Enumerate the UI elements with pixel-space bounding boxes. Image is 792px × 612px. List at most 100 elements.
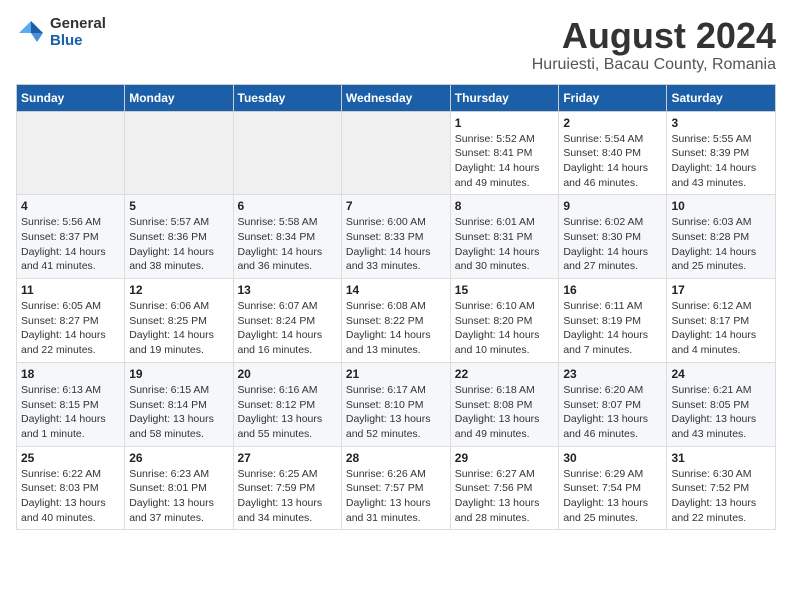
day-info: Sunrise: 6:12 AMSunset: 8:17 PMDaylight:…: [671, 299, 771, 358]
week-row-1: 1 Sunrise: 5:52 AMSunset: 8:41 PMDaylight…: [17, 111, 776, 195]
day-info: Sunrise: 6:22 AMSunset: 8:03 PMDaylight:…: [21, 467, 120, 526]
day-number: 8: [455, 199, 555, 213]
calendar-cell: 18 Sunrise: 6:13 AMSunset: 8:15 PMDayligh…: [17, 362, 125, 446]
day-info: Sunrise: 5:54 AMSunset: 8:40 PMDaylight:…: [563, 132, 662, 191]
calendar-cell: 5 Sunrise: 5:57 AMSunset: 8:36 PMDaylight…: [125, 195, 233, 279]
logo-blue: Blue: [50, 33, 106, 50]
day-number: 7: [346, 199, 446, 213]
day-header-saturday: Saturday: [667, 84, 776, 111]
day-number: 31: [671, 451, 771, 465]
day-number: 9: [563, 199, 662, 213]
calendar-cell: 4 Sunrise: 5:56 AMSunset: 8:37 PMDaylight…: [17, 195, 125, 279]
day-header-friday: Friday: [559, 84, 667, 111]
calendar-cell: 23 Sunrise: 6:20 AMSunset: 8:07 PMDayligh…: [559, 362, 667, 446]
week-row-3: 11Sunrise: 6:05 AMSunset: 8:27 PMDayligh…: [17, 279, 776, 363]
calendar-cell: 24 Sunrise: 6:21 AMSunset: 8:05 PMDayligh…: [667, 362, 776, 446]
day-info: Sunrise: 6:15 AMSunset: 8:14 PMDaylight:…: [129, 383, 228, 442]
logo: General Blue: [16, 16, 106, 49]
day-number: 30: [563, 451, 662, 465]
calendar: SundayMondayTuesdayWednesdayThursdayFrid…: [16, 84, 776, 531]
day-info: Sunrise: 6:21 AMSunset: 8:05 PMDaylight:…: [671, 383, 771, 442]
calendar-cell: 27 Sunrise: 6:25 AMSunset: 7:59 PMDayligh…: [233, 446, 341, 530]
logo-general: General: [50, 16, 106, 33]
day-info: Sunrise: 6:03 AMSunset: 8:28 PMDaylight:…: [671, 215, 771, 274]
day-number: 17: [671, 283, 771, 297]
day-number: 1: [455, 116, 555, 130]
calendar-cell: 9 Sunrise: 6:02 AMSunset: 8:30 PMDaylight…: [559, 195, 667, 279]
logo-text: General Blue: [50, 16, 106, 49]
title-area: August 2024 Huruiesti, Bacau County, Rom…: [532, 16, 776, 74]
day-info: Sunrise: 6:29 AMSunset: 7:54 PMDaylight:…: [563, 467, 662, 526]
day-info: Sunrise: 6:07 AMSunset: 8:24 PMDaylight:…: [238, 299, 337, 358]
day-header-sunday: Sunday: [17, 84, 125, 111]
day-header-monday: Monday: [125, 84, 233, 111]
day-info: Sunrise: 6:25 AMSunset: 7:59 PMDaylight:…: [238, 467, 337, 526]
day-info: Sunrise: 5:57 AMSunset: 8:36 PMDaylight:…: [129, 215, 228, 274]
calendar-cell: 1 Sunrise: 5:52 AMSunset: 8:41 PMDaylight…: [450, 111, 559, 195]
day-info: Sunrise: 6:11 AMSunset: 8:19 PMDaylight:…: [563, 299, 662, 358]
day-number: 19: [129, 367, 228, 381]
day-info: Sunrise: 6:00 AMSunset: 8:33 PMDaylight:…: [346, 215, 446, 274]
day-info: Sunrise: 5:58 AMSunset: 8:34 PMDaylight:…: [238, 215, 337, 274]
day-number: 24: [671, 367, 771, 381]
day-info: Sunrise: 5:52 AMSunset: 8:41 PMDaylight:…: [455, 132, 555, 191]
day-number: 2: [563, 116, 662, 130]
day-info: Sunrise: 6:06 AMSunset: 8:25 PMDaylight:…: [129, 299, 228, 358]
day-info: Sunrise: 5:56 AMSunset: 8:37 PMDaylight:…: [21, 215, 120, 274]
calendar-cell: [17, 111, 125, 195]
day-number: 23: [563, 367, 662, 381]
day-info: Sunrise: 6:13 AMSunset: 8:15 PMDaylight:…: [21, 383, 120, 442]
calendar-cell: 3Sunrise: 5:55 AMSunset: 8:39 PMDaylight…: [667, 111, 776, 195]
day-number: 16: [563, 283, 662, 297]
day-info: Sunrise: 6:27 AMSunset: 7:56 PMDaylight:…: [455, 467, 555, 526]
calendar-cell: [125, 111, 233, 195]
day-header-wednesday: Wednesday: [341, 84, 450, 111]
day-number: 4: [21, 199, 120, 213]
calendar-cell: 14Sunrise: 6:08 AMSunset: 8:22 PMDayligh…: [341, 279, 450, 363]
day-info: Sunrise: 6:17 AMSunset: 8:10 PMDaylight:…: [346, 383, 446, 442]
calendar-cell: 25Sunrise: 6:22 AMSunset: 8:03 PMDayligh…: [17, 446, 125, 530]
calendar-cell: 29Sunrise: 6:27 AMSunset: 7:56 PMDayligh…: [450, 446, 559, 530]
day-number: 22: [455, 367, 555, 381]
day-info: Sunrise: 6:02 AMSunset: 8:30 PMDaylight:…: [563, 215, 662, 274]
day-info: Sunrise: 6:20 AMSunset: 8:07 PMDaylight:…: [563, 383, 662, 442]
calendar-cell: 6 Sunrise: 5:58 AMSunset: 8:34 PMDaylight…: [233, 195, 341, 279]
calendar-cell: 26Sunrise: 6:23 AMSunset: 8:01 PMDayligh…: [125, 446, 233, 530]
calendar-cell: 7 Sunrise: 6:00 AMSunset: 8:33 PMDaylight…: [341, 195, 450, 279]
calendar-cell: 30 Sunrise: 6:29 AMSunset: 7:54 PMDayligh…: [559, 446, 667, 530]
day-info: Sunrise: 6:10 AMSunset: 8:20 PMDaylight:…: [455, 299, 555, 358]
logo-icon: [16, 18, 46, 48]
day-info: Sunrise: 6:18 AMSunset: 8:08 PMDaylight:…: [455, 383, 555, 442]
day-info: Sunrise: 6:26 AMSunset: 7:57 PMDaylight:…: [346, 467, 446, 526]
day-number: 12: [129, 283, 228, 297]
calendar-cell: 21 Sunrise: 6:17 AMSunset: 8:10 PMDayligh…: [341, 362, 450, 446]
day-info: Sunrise: 6:01 AMSunset: 8:31 PMDaylight:…: [455, 215, 555, 274]
day-number: 27: [238, 451, 337, 465]
calendar-cell: 15Sunrise: 6:10 AMSunset: 8:20 PMDayligh…: [450, 279, 559, 363]
calendar-cell: 13 Sunrise: 6:07 AMSunset: 8:24 PMDayligh…: [233, 279, 341, 363]
calendar-cell: 12 Sunrise: 6:06 AMSunset: 8:25 PMDayligh…: [125, 279, 233, 363]
day-number: 20: [238, 367, 337, 381]
day-number: 6: [238, 199, 337, 213]
day-info: Sunrise: 6:16 AMSunset: 8:12 PMDaylight:…: [238, 383, 337, 442]
calendar-cell: [341, 111, 450, 195]
calendar-body: 1 Sunrise: 5:52 AMSunset: 8:41 PMDaylight…: [17, 111, 776, 530]
calendar-cell: 20 Sunrise: 6:16 AMSunset: 8:12 PMDayligh…: [233, 362, 341, 446]
calendar-cell: 10 Sunrise: 6:03 AMSunset: 8:28 PMDayligh…: [667, 195, 776, 279]
day-number: 14: [346, 283, 446, 297]
day-number: 5: [129, 199, 228, 213]
week-row-2: 4 Sunrise: 5:56 AMSunset: 8:37 PMDaylight…: [17, 195, 776, 279]
calendar-cell: 28Sunrise: 6:26 AMSunset: 7:57 PMDayligh…: [341, 446, 450, 530]
calendar-cell: 11Sunrise: 6:05 AMSunset: 8:27 PMDayligh…: [17, 279, 125, 363]
subtitle: Huruiesti, Bacau County, Romania: [532, 56, 776, 74]
day-number: 18: [21, 367, 120, 381]
calendar-header: SundayMondayTuesdayWednesdayThursdayFrid…: [17, 84, 776, 111]
calendar-cell: 8 Sunrise: 6:01 AMSunset: 8:31 PMDaylight…: [450, 195, 559, 279]
day-info: Sunrise: 6:23 AMSunset: 8:01 PMDaylight:…: [129, 467, 228, 526]
calendar-cell: 22 Sunrise: 6:18 AMSunset: 8:08 PMDayligh…: [450, 362, 559, 446]
day-number: 13: [238, 283, 337, 297]
day-number: 10: [671, 199, 771, 213]
day-number: 3: [671, 116, 771, 130]
day-number: 21: [346, 367, 446, 381]
week-row-5: 25Sunrise: 6:22 AMSunset: 8:03 PMDayligh…: [17, 446, 776, 530]
